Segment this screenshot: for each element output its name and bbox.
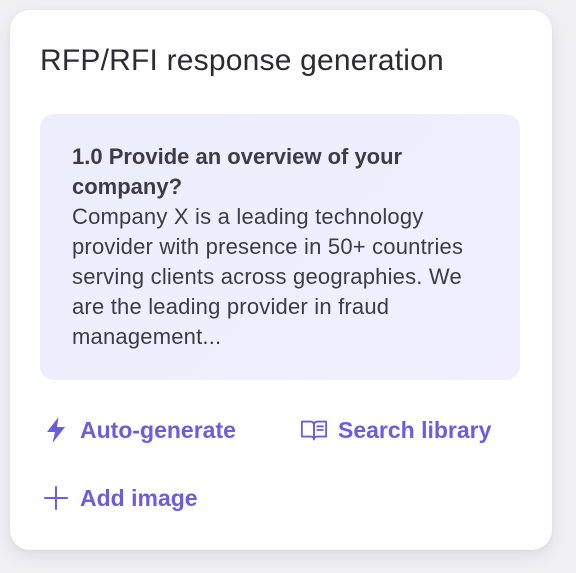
add-image-label: Add image [80, 484, 198, 511]
search-library-button[interactable]: Search library [300, 416, 491, 444]
rfp-response-card: RFP/RFI response generation 1.0 Provide … [10, 10, 552, 550]
question-text: 1.0 Provide an overview of your company? [72, 144, 403, 199]
open-book-icon [300, 416, 328, 444]
add-image-button[interactable]: Add image [42, 484, 198, 512]
lightning-bolt-icon [42, 416, 70, 444]
question-answer-panel: 1.0 Provide an overview of your company?… [40, 114, 520, 380]
auto-generate-button[interactable]: Auto-generate [42, 416, 236, 444]
plus-icon [42, 484, 70, 512]
search-library-label: Search library [338, 416, 492, 443]
answer-text: Company X is a leading technology provid… [72, 204, 464, 349]
card-title: RFP/RFI response generation [40, 44, 444, 77]
auto-generate-label: Auto-generate [80, 416, 236, 443]
